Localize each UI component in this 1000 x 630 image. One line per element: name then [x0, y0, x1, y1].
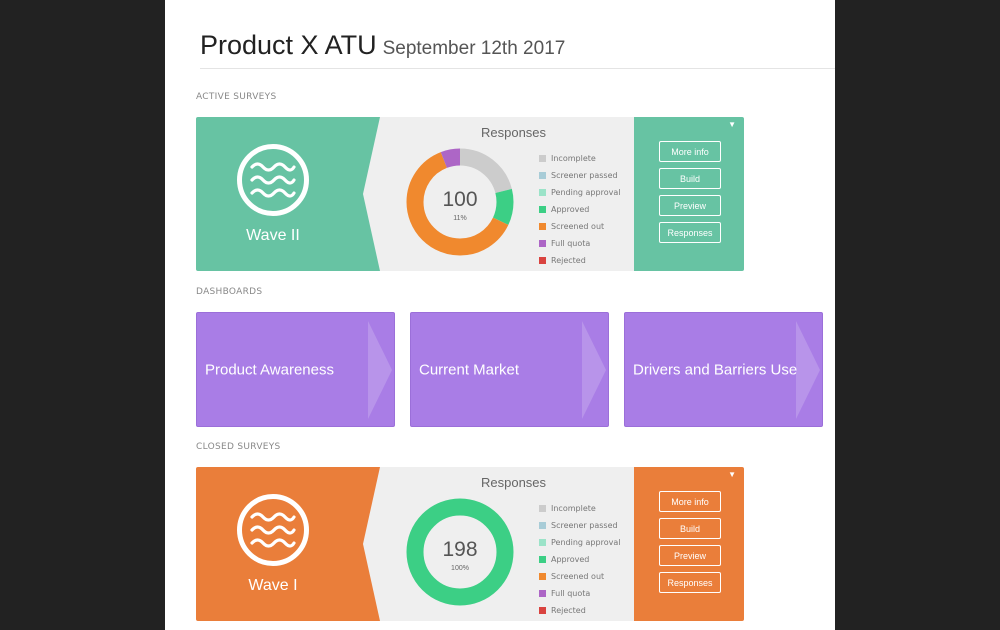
- survey-actions-panel: ▼ More info Build Preview Responses: [634, 117, 744, 271]
- responses-percent: 100%: [451, 565, 469, 572]
- dashboards-heading: DASHBOARDS: [196, 287, 263, 297]
- responses-panel: Responses 198 100% Incomplete Screener p…: [363, 467, 663, 621]
- survey-name: Wave I: [248, 577, 298, 594]
- legend-label: Screener passed: [551, 521, 618, 530]
- responses-button[interactable]: Responses: [659, 572, 721, 593]
- dashboard-card-drivers-barriers[interactable]: Drivers and Barriers Use: [624, 312, 823, 427]
- dashboard-label: Product Awareness: [205, 361, 334, 378]
- legend-swatch: [539, 257, 546, 264]
- legend-label: Full quota: [551, 589, 591, 598]
- responses-total: 100: [442, 188, 478, 211]
- responses-title: Responses: [481, 475, 547, 490]
- legend-label: Approved: [551, 205, 590, 214]
- legend-label: Screened out: [551, 572, 605, 581]
- legend-item: Screened out: [539, 218, 620, 235]
- dropdown-caret-icon[interactable]: ▼: [728, 120, 736, 129]
- legend-swatch: [539, 539, 546, 546]
- legend-swatch: [539, 522, 546, 529]
- chevron-right-icon: [582, 321, 606, 419]
- survey-card-wave-ii: Wave II Responses 100 11% Incomplete Scr…: [196, 117, 744, 271]
- legend-label: Full quota: [551, 239, 591, 248]
- responses-percent: 11%: [453, 215, 467, 222]
- legend-label: Pending approval: [551, 188, 621, 197]
- legend-item: Pending approval: [539, 534, 620, 551]
- wave-icon: [237, 494, 309, 566]
- preview-button[interactable]: Preview: [659, 545, 721, 566]
- survey-card-wave-i: Wave I Responses 198 100% Incomplete Scr…: [196, 467, 744, 621]
- legend-swatch: [539, 223, 546, 230]
- chevron-right-icon: [368, 321, 392, 419]
- legend-swatch: [539, 556, 546, 563]
- legend-item: Full quota: [539, 585, 620, 602]
- legend-label: Rejected: [551, 606, 586, 615]
- more-info-button[interactable]: More info: [659, 141, 721, 162]
- legend-item: Screener passed: [539, 517, 620, 534]
- chevron-right-icon: [796, 321, 820, 419]
- legend-item: Incomplete: [539, 150, 620, 167]
- legend-swatch: [539, 155, 546, 162]
- legend-item: Screener passed: [539, 167, 620, 184]
- preview-button[interactable]: Preview: [659, 195, 721, 216]
- page-date: September 12th 2017: [382, 38, 566, 59]
- legend-swatch: [539, 189, 546, 196]
- legend-swatch: [539, 240, 546, 247]
- page-title: Product X ATU September 12th 2017: [200, 30, 565, 61]
- legend-label: Screened out: [551, 222, 605, 231]
- legend-label: Rejected: [551, 256, 586, 265]
- legend-label: Approved: [551, 555, 590, 564]
- dashboard-card-current-market[interactable]: Current Market: [410, 312, 609, 427]
- legend-item: Rejected: [539, 252, 620, 269]
- build-button[interactable]: Build: [659, 168, 721, 189]
- legend-item: Pending approval: [539, 184, 620, 201]
- survey-actions-panel: ▼ More info Build Preview Responses: [634, 467, 744, 621]
- active-surveys-heading: ACTIVE SURVEYS: [196, 92, 277, 102]
- dropdown-caret-icon[interactable]: ▼: [728, 470, 736, 479]
- responses-total: 198: [442, 538, 478, 561]
- project-title: Product X ATU: [200, 30, 377, 60]
- dashboard-label: Drivers and Barriers Use: [633, 361, 798, 378]
- dashboard-label: Current Market: [419, 361, 520, 378]
- survey-name: Wave II: [246, 227, 300, 244]
- legend-label: Pending approval: [551, 538, 621, 547]
- responses-button[interactable]: Responses: [659, 222, 721, 243]
- dashboard-card-product-awareness[interactable]: Product Awareness: [196, 312, 395, 427]
- legend-item: Screened out: [539, 568, 620, 585]
- legend-label: Incomplete: [551, 154, 596, 163]
- legend-swatch: [539, 573, 546, 580]
- main-page: Product X ATU September 12th 2017 ACTIVE …: [165, 0, 835, 630]
- responses-title: Responses: [481, 125, 547, 140]
- responses-legend: Incomplete Screener passed Pending appro…: [539, 500, 620, 619]
- page-header: Product X ATU September 12th 2017: [200, 30, 835, 69]
- responses-legend: Incomplete Screener passed Pending appro…: [539, 150, 620, 269]
- legend-swatch: [539, 206, 546, 213]
- legend-item: Approved: [539, 551, 620, 568]
- legend-label: Incomplete: [551, 504, 596, 513]
- legend-swatch: [539, 607, 546, 614]
- legend-item: Full quota: [539, 235, 620, 252]
- legend-label: Screener passed: [551, 171, 618, 180]
- legend-swatch: [539, 172, 546, 179]
- closed-surveys-heading: CLOSED SURVEYS: [196, 442, 281, 452]
- legend-item: Incomplete: [539, 500, 620, 517]
- more-info-button[interactable]: More info: [659, 491, 721, 512]
- responses-panel: Responses 100 11% Incomplete Screener pa…: [363, 117, 663, 271]
- legend-swatch: [539, 505, 546, 512]
- legend-item: Rejected: [539, 602, 620, 619]
- build-button[interactable]: Build: [659, 518, 721, 539]
- legend-swatch: [539, 590, 546, 597]
- legend-item: Approved: [539, 201, 620, 218]
- wave-icon: [237, 144, 309, 216]
